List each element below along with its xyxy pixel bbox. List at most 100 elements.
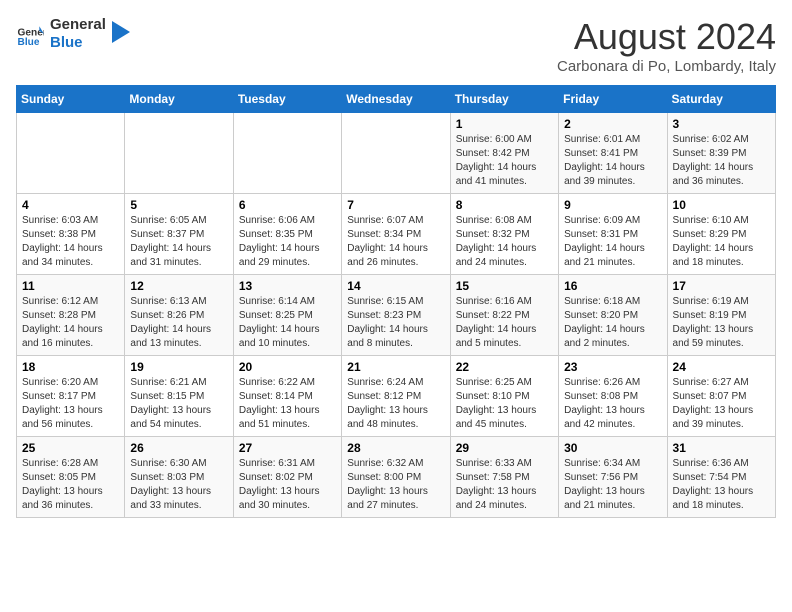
day-number: 23 <box>564 360 661 374</box>
day-cell: 17 Sunrise: 6:19 AM Sunset: 8:19 PM Dayli… <box>667 275 775 356</box>
day-number: 15 <box>456 279 553 293</box>
week-row-3: 11 Sunrise: 6:12 AM Sunset: 8:28 PM Dayli… <box>17 275 776 356</box>
day-info: Sunrise: 6:32 AM Sunset: 8:00 PM Dayligh… <box>347 457 444 513</box>
day-cell <box>233 113 341 194</box>
day-number: 4 <box>22 198 119 212</box>
day-number: 31 <box>673 441 770 455</box>
day-number: 1 <box>456 117 553 131</box>
day-info: Sunrise: 6:27 AM Sunset: 8:07 PM Dayligh… <box>673 376 770 432</box>
day-info: Sunrise: 6:36 AM Sunset: 7:54 PM Dayligh… <box>673 457 770 513</box>
day-info: Sunrise: 6:00 AM Sunset: 8:42 PM Dayligh… <box>456 133 553 189</box>
day-cell: 20 Sunrise: 6:22 AM Sunset: 8:14 PM Dayli… <box>233 356 341 437</box>
day-info: Sunrise: 6:10 AM Sunset: 8:29 PM Dayligh… <box>673 214 770 270</box>
day-number: 6 <box>239 198 336 212</box>
day-number: 9 <box>564 198 661 212</box>
calendar-title: August 2024 <box>557 16 776 58</box>
day-number: 10 <box>673 198 770 212</box>
logo-blue: Blue <box>50 34 106 52</box>
header-row: SundayMondayTuesdayWednesdayThursdayFrid… <box>17 86 776 113</box>
day-cell: 28 Sunrise: 6:32 AM Sunset: 8:00 PM Dayli… <box>342 437 450 518</box>
day-number: 19 <box>130 360 227 374</box>
day-info: Sunrise: 6:20 AM Sunset: 8:17 PM Dayligh… <box>22 376 119 432</box>
title-block: August 2024 Carbonara di Po, Lombardy, I… <box>557 16 776 75</box>
day-info: Sunrise: 6:21 AM Sunset: 8:15 PM Dayligh… <box>130 376 227 432</box>
day-info: Sunrise: 6:28 AM Sunset: 8:05 PM Dayligh… <box>22 457 119 513</box>
day-cell: 1 Sunrise: 6:00 AM Sunset: 8:42 PM Daylig… <box>450 113 558 194</box>
day-info: Sunrise: 6:02 AM Sunset: 8:39 PM Dayligh… <box>673 133 770 189</box>
day-info: Sunrise: 6:31 AM Sunset: 8:02 PM Dayligh… <box>239 457 336 513</box>
day-number: 24 <box>673 360 770 374</box>
header-cell-wednesday: Wednesday <box>342 86 450 113</box>
day-number: 2 <box>564 117 661 131</box>
day-cell: 22 Sunrise: 6:25 AM Sunset: 8:10 PM Dayli… <box>450 356 558 437</box>
svg-text:Blue: Blue <box>18 37 40 48</box>
day-info: Sunrise: 6:14 AM Sunset: 8:25 PM Dayligh… <box>239 295 336 351</box>
day-info: Sunrise: 6:33 AM Sunset: 7:58 PM Dayligh… <box>456 457 553 513</box>
calendar-subtitle: Carbonara di Po, Lombardy, Italy <box>557 58 776 75</box>
day-info: Sunrise: 6:12 AM Sunset: 8:28 PM Dayligh… <box>22 295 119 351</box>
day-info: Sunrise: 6:06 AM Sunset: 8:35 PM Dayligh… <box>239 214 336 270</box>
day-number: 21 <box>347 360 444 374</box>
day-cell <box>342 113 450 194</box>
header-cell-saturday: Saturday <box>667 86 775 113</box>
day-cell <box>125 113 233 194</box>
day-number: 28 <box>347 441 444 455</box>
day-number: 25 <box>22 441 119 455</box>
day-cell: 18 Sunrise: 6:20 AM Sunset: 8:17 PM Dayli… <box>17 356 125 437</box>
day-cell: 11 Sunrise: 6:12 AM Sunset: 8:28 PM Dayli… <box>17 275 125 356</box>
day-cell: 24 Sunrise: 6:27 AM Sunset: 8:07 PM Dayli… <box>667 356 775 437</box>
day-cell: 9 Sunrise: 6:09 AM Sunset: 8:31 PM Daylig… <box>559 194 667 275</box>
day-cell: 16Sunrise: 6:18 AM Sunset: 8:20 PM Dayli… <box>559 275 667 356</box>
day-cell: 14 Sunrise: 6:15 AM Sunset: 8:23 PM Dayli… <box>342 275 450 356</box>
day-number: 11 <box>22 279 119 293</box>
header-cell-sunday: Sunday <box>17 86 125 113</box>
day-info: Sunrise: 6:25 AM Sunset: 8:10 PM Dayligh… <box>456 376 553 432</box>
day-cell: 27Sunrise: 6:31 AM Sunset: 8:02 PM Dayli… <box>233 437 341 518</box>
day-number: 17 <box>673 279 770 293</box>
day-number: 30 <box>564 441 661 455</box>
day-cell: 25 Sunrise: 6:28 AM Sunset: 8:05 PM Dayli… <box>17 437 125 518</box>
day-info: Sunrise: 6:01 AM Sunset: 8:41 PM Dayligh… <box>564 133 661 189</box>
day-cell: 15 Sunrise: 6:16 AM Sunset: 8:22 PM Dayli… <box>450 275 558 356</box>
day-number: 29 <box>456 441 553 455</box>
day-number: 5 <box>130 198 227 212</box>
day-cell: 13 Sunrise: 6:14 AM Sunset: 8:25 PM Dayli… <box>233 275 341 356</box>
day-info: Sunrise: 6:09 AM Sunset: 8:31 PM Dayligh… <box>564 214 661 270</box>
day-info: Sunrise: 6:13 AM Sunset: 8:26 PM Dayligh… <box>130 295 227 351</box>
day-cell: 29 Sunrise: 6:33 AM Sunset: 7:58 PM Dayli… <box>450 437 558 518</box>
day-info: Sunrise: 6:07 AM Sunset: 8:34 PM Dayligh… <box>347 214 444 270</box>
day-info: Sunrise: 6:18 AM Sunset: 8:20 PM Dayligh… <box>564 295 661 351</box>
day-cell: 19 Sunrise: 6:21 AM Sunset: 8:15 PM Dayli… <box>125 356 233 437</box>
day-cell: 7Sunrise: 6:07 AM Sunset: 8:34 PM Daylig… <box>342 194 450 275</box>
day-number: 14 <box>347 279 444 293</box>
day-info: Sunrise: 6:30 AM Sunset: 8:03 PM Dayligh… <box>130 457 227 513</box>
day-number: 13 <box>239 279 336 293</box>
day-info: Sunrise: 6:24 AM Sunset: 8:12 PM Dayligh… <box>347 376 444 432</box>
week-row-5: 25 Sunrise: 6:28 AM Sunset: 8:05 PM Dayli… <box>17 437 776 518</box>
day-number: 12 <box>130 279 227 293</box>
day-number: 8 <box>456 198 553 212</box>
day-info: Sunrise: 6:15 AM Sunset: 8:23 PM Dayligh… <box>347 295 444 351</box>
day-cell: 12 Sunrise: 6:13 AM Sunset: 8:26 PM Dayli… <box>125 275 233 356</box>
header-cell-tuesday: Tuesday <box>233 86 341 113</box>
day-number: 20 <box>239 360 336 374</box>
day-cell: 30Sunrise: 6:34 AM Sunset: 7:56 PM Dayli… <box>559 437 667 518</box>
day-cell: 23Sunrise: 6:26 AM Sunset: 8:08 PM Dayli… <box>559 356 667 437</box>
header-cell-friday: Friday <box>559 86 667 113</box>
day-number: 18 <box>22 360 119 374</box>
day-number: 22 <box>456 360 553 374</box>
day-cell: 3Sunrise: 6:02 AM Sunset: 8:39 PM Daylig… <box>667 113 775 194</box>
logo-arrow-icon <box>112 21 130 43</box>
day-cell: 26 Sunrise: 6:30 AM Sunset: 8:03 PM Dayli… <box>125 437 233 518</box>
day-cell: 2 Sunrise: 6:01 AM Sunset: 8:41 PM Daylig… <box>559 113 667 194</box>
day-cell <box>17 113 125 194</box>
day-number: 26 <box>130 441 227 455</box>
logo-general: General <box>50 16 106 34</box>
day-info: Sunrise: 6:19 AM Sunset: 8:19 PM Dayligh… <box>673 295 770 351</box>
day-cell: 5Sunrise: 6:05 AM Sunset: 8:37 PM Daylig… <box>125 194 233 275</box>
day-cell: 4Sunrise: 6:03 AM Sunset: 8:38 PM Daylig… <box>17 194 125 275</box>
day-info: Sunrise: 6:16 AM Sunset: 8:22 PM Dayligh… <box>456 295 553 351</box>
week-row-1: 1 Sunrise: 6:00 AM Sunset: 8:42 PM Daylig… <box>17 113 776 194</box>
day-info: Sunrise: 6:22 AM Sunset: 8:14 PM Dayligh… <box>239 376 336 432</box>
day-cell: 31 Sunrise: 6:36 AM Sunset: 7:54 PM Dayli… <box>667 437 775 518</box>
